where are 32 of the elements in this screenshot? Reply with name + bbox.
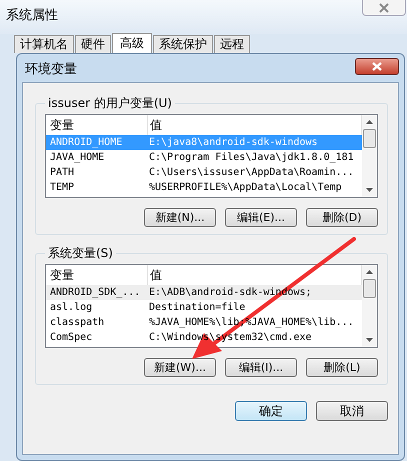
group-title: 系统变量(S)	[47, 245, 114, 262]
dialog-button[interactable]: 取消	[316, 401, 388, 421]
list-row[interactable]: TEMP %USERPROFILE%\AppData\Local\Temp	[46, 180, 362, 195]
window-title: 系统属性	[5, 7, 58, 24]
close-button[interactable]	[355, 58, 399, 75]
scroll-thumb[interactable]	[363, 129, 376, 148]
tab[interactable]: 硬件	[75, 35, 111, 53]
dialog-title: 环境变量	[24, 61, 77, 78]
action-button[interactable]: 删除(L)	[306, 358, 378, 377]
tab[interactable]: 计算机名	[14, 35, 74, 53]
scroll-up-icon[interactable]	[366, 120, 373, 124]
scrollbar[interactable]	[362, 265, 377, 347]
action-button[interactable]: 编辑(I)...	[225, 358, 297, 377]
scroll-down-icon[interactable]	[366, 188, 373, 192]
tab[interactable]: 远程	[214, 35, 250, 53]
action-button[interactable]: 删除(D)	[306, 208, 378, 227]
tab[interactable]: 高级	[112, 33, 152, 53]
dialog-button[interactable]: 确定	[235, 401, 307, 421]
list-row[interactable]: asl.log Destination=file	[46, 300, 362, 315]
tab[interactable]: 系统保护	[153, 35, 213, 53]
list-row[interactable]: JAVA_HOME C:\Program Files\Java\jdk1.8.0_181	[46, 150, 362, 165]
close-icon	[379, 2, 389, 12]
list-row[interactable]: PATH C:\Users\issuser\AppData\Roamin...	[46, 165, 362, 180]
group-title: issuser 的用户变量(U)	[47, 95, 173, 112]
scrollbar[interactable]	[362, 115, 377, 197]
scroll-up-icon[interactable]	[366, 270, 373, 274]
scroll-thumb[interactable]	[363, 279, 376, 298]
close-icon	[372, 62, 382, 71]
action-button[interactable]: 新建(W)...	[144, 358, 216, 377]
action-button[interactable]: 编辑(E)...	[225, 208, 297, 227]
action-button[interactable]: 新建(N)...	[144, 208, 216, 227]
scroll-down-icon[interactable]	[366, 338, 373, 342]
